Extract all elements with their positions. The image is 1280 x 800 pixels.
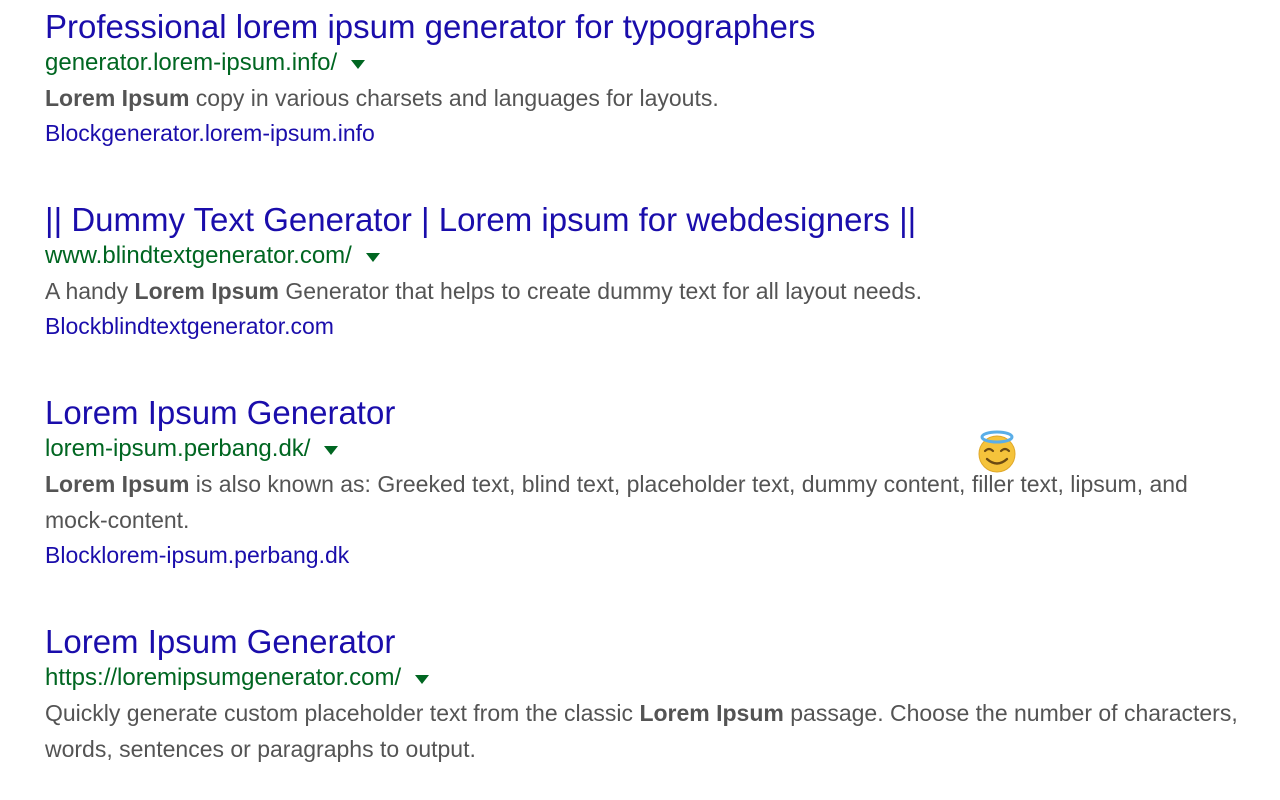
result-title-link[interactable]: Lorem Ipsum Generator: [45, 392, 395, 434]
block-site-link[interactable]: Blockblindtextgenerator.com: [45, 309, 334, 343]
result-url-row: generator.lorem-ipsum.info/: [45, 47, 1245, 79]
result-url-row: https://loremipsumgenerator.com/: [45, 662, 1245, 694]
result-snippet: Quickly generate custom placeholder text…: [45, 695, 1245, 767]
result-url[interactable]: generator.lorem-ipsum.info/: [45, 47, 337, 79]
snippet-text-after: is also known as: Greeked text, blind te…: [45, 471, 1188, 533]
result-title-link[interactable]: Professional lorem ipsum generator for t…: [45, 6, 815, 48]
search-result: Lorem Ipsum Generator https://loremipsum…: [45, 621, 1245, 767]
snippet-text-before: A handy: [45, 278, 135, 304]
block-site-link[interactable]: Blockgenerator.lorem-ipsum.info: [45, 116, 375, 150]
result-url[interactable]: www.blindtextgenerator.com/: [45, 240, 352, 272]
search-result: Lorem Ipsum Generator lorem-ipsum.perban…: [45, 392, 1245, 572]
result-url-row: lorem-ipsum.perbang.dk/: [45, 433, 1245, 465]
snippet-text-after: copy in various charsets and languages f…: [189, 85, 719, 111]
chevron-down-icon[interactable]: [324, 445, 339, 455]
result-snippet: A handy Lorem Ipsum Generator that helps…: [45, 273, 1245, 309]
snippet-text-before: Quickly generate custom placeholder text…: [45, 700, 640, 726]
result-url[interactable]: https://loremipsumgenerator.com/: [45, 662, 401, 694]
search-results-list: Professional lorem ipsum generator for t…: [45, 6, 1245, 767]
snippet-bold-term: Lorem Ipsum: [134, 278, 279, 304]
snippet-text-after: Generator that helps to create dummy tex…: [278, 278, 923, 304]
result-title-link[interactable]: || Dummy Text Generator | Lorem ipsum fo…: [45, 199, 916, 241]
result-snippet: Lorem Ipsum is also known as: Greeked te…: [45, 466, 1245, 538]
chevron-down-icon[interactable]: [415, 674, 430, 684]
search-result: || Dummy Text Generator | Lorem ipsum fo…: [45, 199, 1245, 343]
result-title-link[interactable]: Lorem Ipsum Generator: [45, 621, 395, 663]
chevron-down-icon[interactable]: [365, 252, 380, 262]
snippet-bold-term: Lorem Ipsum: [639, 700, 784, 726]
search-result: Professional lorem ipsum generator for t…: [45, 6, 1245, 150]
snippet-bold-term: Lorem Ipsum: [45, 471, 190, 497]
result-url-row: www.blindtextgenerator.com/: [45, 240, 1245, 272]
result-url[interactable]: lorem-ipsum.perbang.dk/: [45, 433, 310, 465]
snippet-bold-term: Lorem Ipsum: [45, 85, 190, 111]
result-snippet: Lorem Ipsum copy in various charsets and…: [45, 80, 1245, 116]
smiling-face-with-halo-icon: [978, 430, 1016, 473]
block-site-link[interactable]: Blocklorem-ipsum.perbang.dk: [45, 538, 349, 572]
chevron-down-icon[interactable]: [351, 59, 366, 69]
